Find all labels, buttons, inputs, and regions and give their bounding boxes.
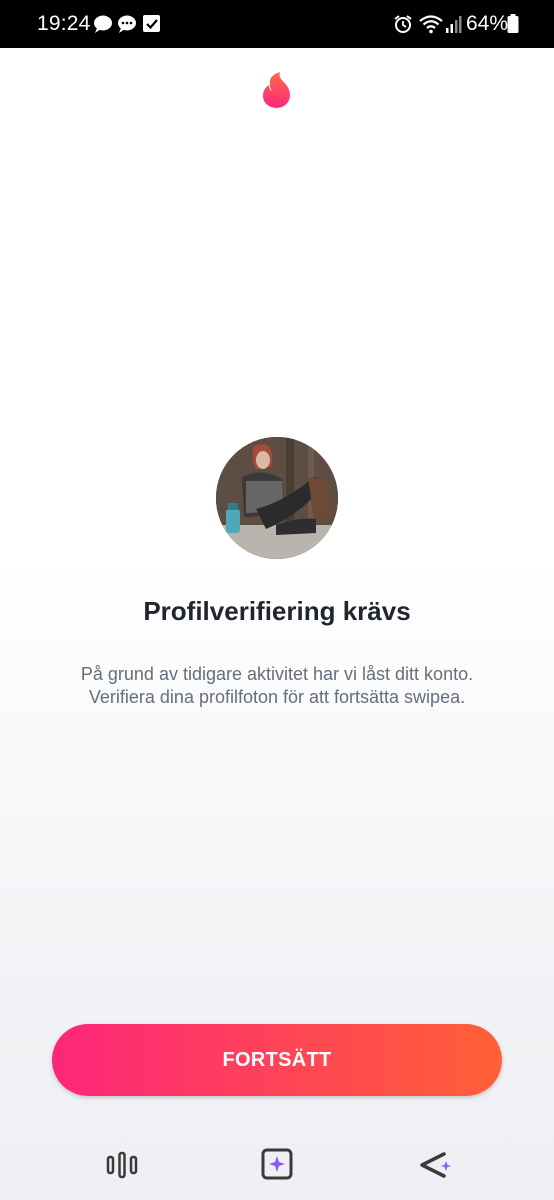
status-time: 19:24 bbox=[37, 12, 91, 35]
chat-bubble-icon bbox=[94, 15, 112, 33]
back-icon[interactable] bbox=[416, 1148, 456, 1182]
alarm-icon bbox=[394, 15, 412, 33]
tinder-flame-icon bbox=[263, 72, 290, 108]
profile-photo bbox=[216, 437, 338, 559]
checkbox-icon bbox=[143, 15, 160, 32]
home-icon[interactable] bbox=[257, 1148, 297, 1182]
signal-icon bbox=[446, 16, 462, 33]
verification-description: På grund av tidigare aktivitet har vi lå… bbox=[80, 664, 474, 707]
profile-photo-image bbox=[216, 437, 338, 559]
battery-percentage: 64% bbox=[466, 12, 509, 35]
page-title: Profilverifiering krävs bbox=[143, 596, 411, 626]
continue-button[interactable]: FORTSÄTT bbox=[52, 1024, 502, 1096]
continue-button-label: FORTSÄTT bbox=[222, 1048, 332, 1071]
status-bar: 19:24 64% bbox=[0, 0, 554, 48]
chat-bubbles-icon bbox=[118, 15, 136, 33]
screen: 19:24 64% Profilverifiering krävs På gru… bbox=[0, 0, 554, 1200]
recent-apps-icon[interactable] bbox=[102, 1148, 142, 1182]
navigation-bar bbox=[0, 1130, 554, 1200]
wifi-icon bbox=[419, 15, 443, 34]
battery-icon bbox=[507, 14, 519, 33]
